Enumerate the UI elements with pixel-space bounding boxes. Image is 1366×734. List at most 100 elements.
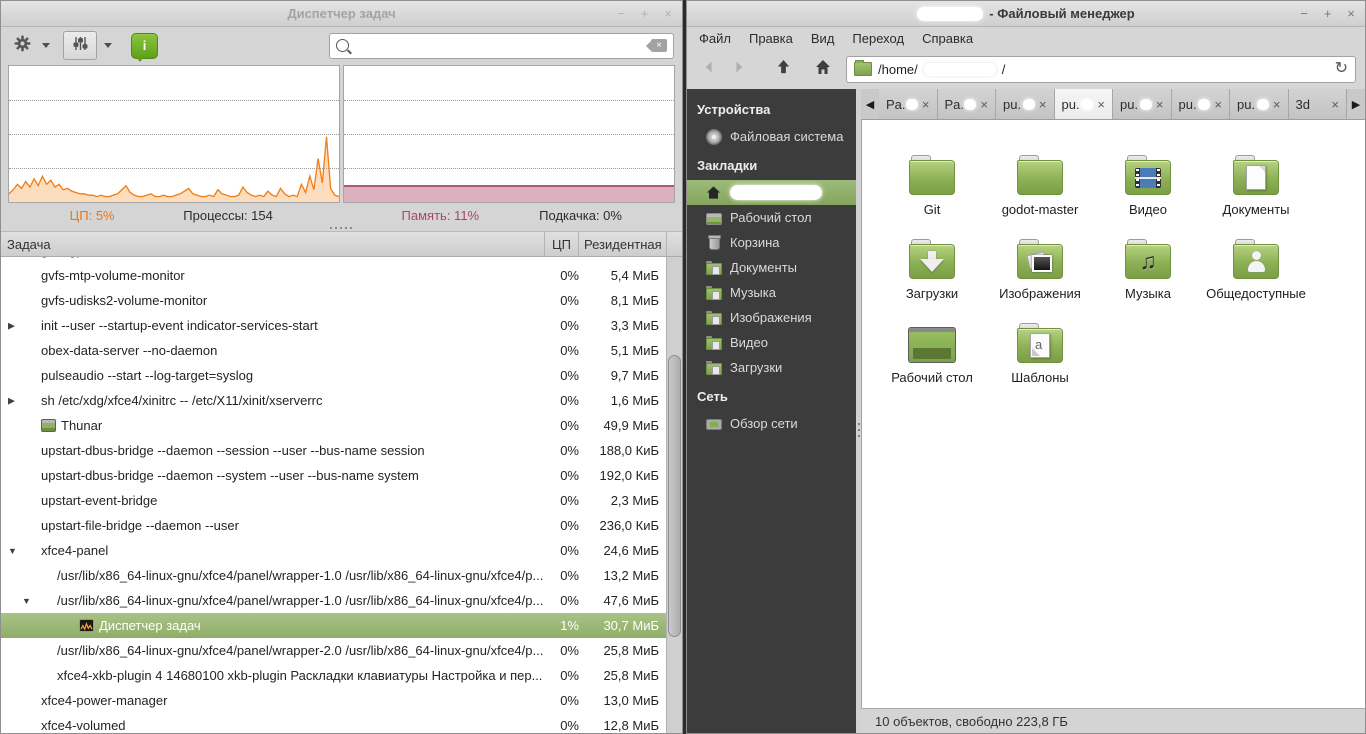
filter-button[interactable] — [63, 31, 97, 60]
table-row[interactable]: ▼ /usr/lib/x86_64-linux-gnu/xfce4/panel/… — [1, 588, 682, 613]
filter-dropdown-arrow-icon[interactable] — [104, 43, 112, 48]
tree-expander-icon[interactable]: ▼ — [22, 595, 31, 605]
menu-item[interactable]: Файл — [690, 31, 740, 46]
tab[interactable]: pu... × — [1055, 89, 1114, 119]
file-item[interactable]: Изображения — [986, 225, 1094, 309]
table-row[interactable]: xfce4-xkb-plugin 4 14680100 xkb-plugin Р… — [1, 663, 682, 688]
sidebar-item[interactable]: Корзина — [687, 230, 856, 255]
clear-search-icon[interactable]: × — [651, 39, 667, 52]
column-header-cpu[interactable]: ЦП — [545, 232, 579, 256]
tabs-scroll-right-icon[interactable]: ▶ — [1347, 89, 1365, 119]
close-button[interactable]: × — [664, 6, 672, 21]
process-memory: 5,1 МиБ — [579, 343, 667, 358]
table-row[interactable]: xfce4-power-manager 0% 13,0 МиБ — [1, 688, 682, 713]
tab[interactable]: 3d × — [1289, 89, 1348, 119]
search-input[interactable] — [355, 37, 645, 54]
file-item[interactable]: Рабочий стол — [878, 309, 986, 393]
table-row[interactable]: Thunar 0% 49,9 МиБ — [1, 413, 682, 438]
tab-close-icon[interactable]: × — [918, 97, 930, 112]
file-item[interactable]: Музыка — [1094, 225, 1202, 309]
sidebar-item[interactable]: Видео — [687, 330, 856, 355]
file-item[interactable]: Общедоступные — [1202, 225, 1310, 309]
tab[interactable]: pu... × — [1172, 89, 1231, 119]
table-row[interactable]: gvfs-udisks2-volume-monitor 0% 8,1 МиБ — [1, 288, 682, 313]
sidebar-item-icon — [706, 263, 722, 275]
file-manager-titlebar[interactable]: - Файловый менеджер − + × — [687, 1, 1365, 27]
tab-close-icon[interactable]: × — [1269, 97, 1281, 112]
up-button[interactable] — [770, 57, 796, 81]
table-row[interactable]: upstart-dbus-bridge --daemon --system --… — [1, 463, 682, 488]
file-item[interactable]: Загрузки — [878, 225, 986, 309]
file-item[interactable]: Видео — [1094, 141, 1202, 225]
tab[interactable]: Pa... × — [879, 89, 938, 119]
file-item[interactable]: godot-master — [986, 141, 1094, 225]
tab-close-icon[interactable]: × — [1152, 97, 1164, 112]
about-button[interactable]: i — [131, 33, 158, 59]
sidebar-item[interactable]: Обзор сети — [687, 411, 856, 436]
close-button[interactable]: × — [1347, 6, 1355, 21]
tree-expander-icon[interactable]: ▼ — [8, 545, 17, 555]
back-button[interactable] — [696, 57, 722, 81]
menu-item[interactable]: Справка — [913, 31, 982, 46]
table-scrollbar[interactable] — [666, 257, 682, 733]
sidebar-item[interactable]: Рабочий стол — [687, 205, 856, 230]
file-view[interactable]: Git godot-master Видео Документы — [861, 120, 1365, 708]
home-button[interactable] — [810, 57, 836, 81]
table-row[interactable]: /usr/lib/x86_64-linux-gnu/xfce4/panel/wr… — [1, 563, 682, 588]
column-header-resident[interactable]: Резидентная — [579, 232, 667, 256]
table-row[interactable]: upstart-file-bridge --daemon --user 0% 2… — [1, 513, 682, 538]
tab[interactable]: Pa... × — [938, 89, 997, 119]
task-manager-titlebar[interactable]: Диспетчер задач − + × — [1, 1, 682, 27]
tree-expander-icon[interactable]: ▶ — [8, 395, 15, 406]
menu-item[interactable]: Вид — [802, 31, 844, 46]
menu-item[interactable]: Переход — [843, 31, 913, 46]
sidebar-item[interactable]: Музыка — [687, 280, 856, 305]
table-row[interactable]: upstart-event-bridge 0% 2,3 МиБ — [1, 488, 682, 513]
table-scrollbar-thumb[interactable] — [668, 355, 681, 637]
tabs-scroll-left-icon[interactable]: ◀ — [861, 89, 879, 119]
tab-close-icon[interactable]: × — [1327, 97, 1339, 112]
tab[interactable]: pu... × — [1230, 89, 1289, 119]
sidebar-resize-handle[interactable] — [856, 89, 861, 733]
table-row[interactable]: upstart-dbus-bridge --daemon --session -… — [1, 438, 682, 463]
tab-close-icon[interactable]: × — [1093, 97, 1105, 112]
table-row[interactable]: Диспетчер задач 1% 30,7 МиБ — [1, 613, 682, 638]
table-row[interactable]: xfce4-volumed 0% 12,8 МиБ — [1, 713, 682, 733]
tab-close-icon[interactable]: × — [1035, 97, 1047, 112]
sidebar-item[interactable]: Изображения — [687, 305, 856, 330]
sidebar-item[interactable]: Загрузки — [687, 355, 856, 380]
tab-close-icon[interactable]: × — [1210, 97, 1222, 112]
tab-close-icon[interactable]: × — [976, 97, 988, 112]
reload-icon[interactable]: ↻ — [1335, 61, 1348, 77]
forward-button[interactable] — [726, 57, 752, 81]
menu-item[interactable]: Правка — [740, 31, 802, 46]
minimize-button[interactable]: − — [1300, 6, 1308, 21]
tab-blurred-label — [906, 99, 918, 110]
blurred-home-label — [730, 185, 822, 200]
file-item[interactable]: Документы — [1202, 141, 1310, 225]
settings-button[interactable] — [9, 33, 35, 59]
maximize-button[interactable]: + — [641, 6, 649, 21]
file-item[interactable]: Шаблоны — [986, 309, 1094, 393]
table-row[interactable]: ▼ xfce4-panel 0% 24,6 МиБ — [1, 538, 682, 563]
table-row[interactable]: obex-data-server --no-daemon 0% 5,1 МиБ — [1, 338, 682, 363]
table-row[interactable]: /usr/lib/x86_64-linux-gnu/xfce4/panel/wr… — [1, 638, 682, 663]
sidebar-item[interactable]: Документы — [687, 255, 856, 280]
pane-splitter-handle[interactable] — [1, 225, 682, 231]
table-row[interactable]: ▶ init --user --startup-event indicator-… — [1, 313, 682, 338]
table-row[interactable]: gvfs-mtp-volume-monitor 0% 5,4 МиБ — [1, 263, 682, 288]
process-memory: 49,9 МиБ — [579, 418, 667, 433]
file-item[interactable]: Git — [878, 141, 986, 225]
maximize-button[interactable]: + — [1324, 6, 1332, 21]
sidebar-item[interactable]: Файловая система — [687, 124, 856, 149]
sidebar-item[interactable] — [687, 180, 856, 205]
settings-dropdown-arrow-icon[interactable] — [42, 43, 50, 48]
column-header-task[interactable]: Задача — [1, 232, 545, 256]
tab[interactable]: pu... × — [996, 89, 1055, 119]
minimize-button[interactable]: − — [617, 6, 625, 21]
tab[interactable]: pu... × — [1113, 89, 1172, 119]
path-bar[interactable]: /home/ / ↻ — [846, 56, 1356, 83]
table-row[interactable]: ▶ sh /etc/xdg/xfce4/xinitrc -- /etc/X11/… — [1, 388, 682, 413]
tree-expander-icon[interactable]: ▶ — [8, 320, 15, 331]
table-row[interactable]: pulseaudio --start --log-target=syslog 0… — [1, 363, 682, 388]
